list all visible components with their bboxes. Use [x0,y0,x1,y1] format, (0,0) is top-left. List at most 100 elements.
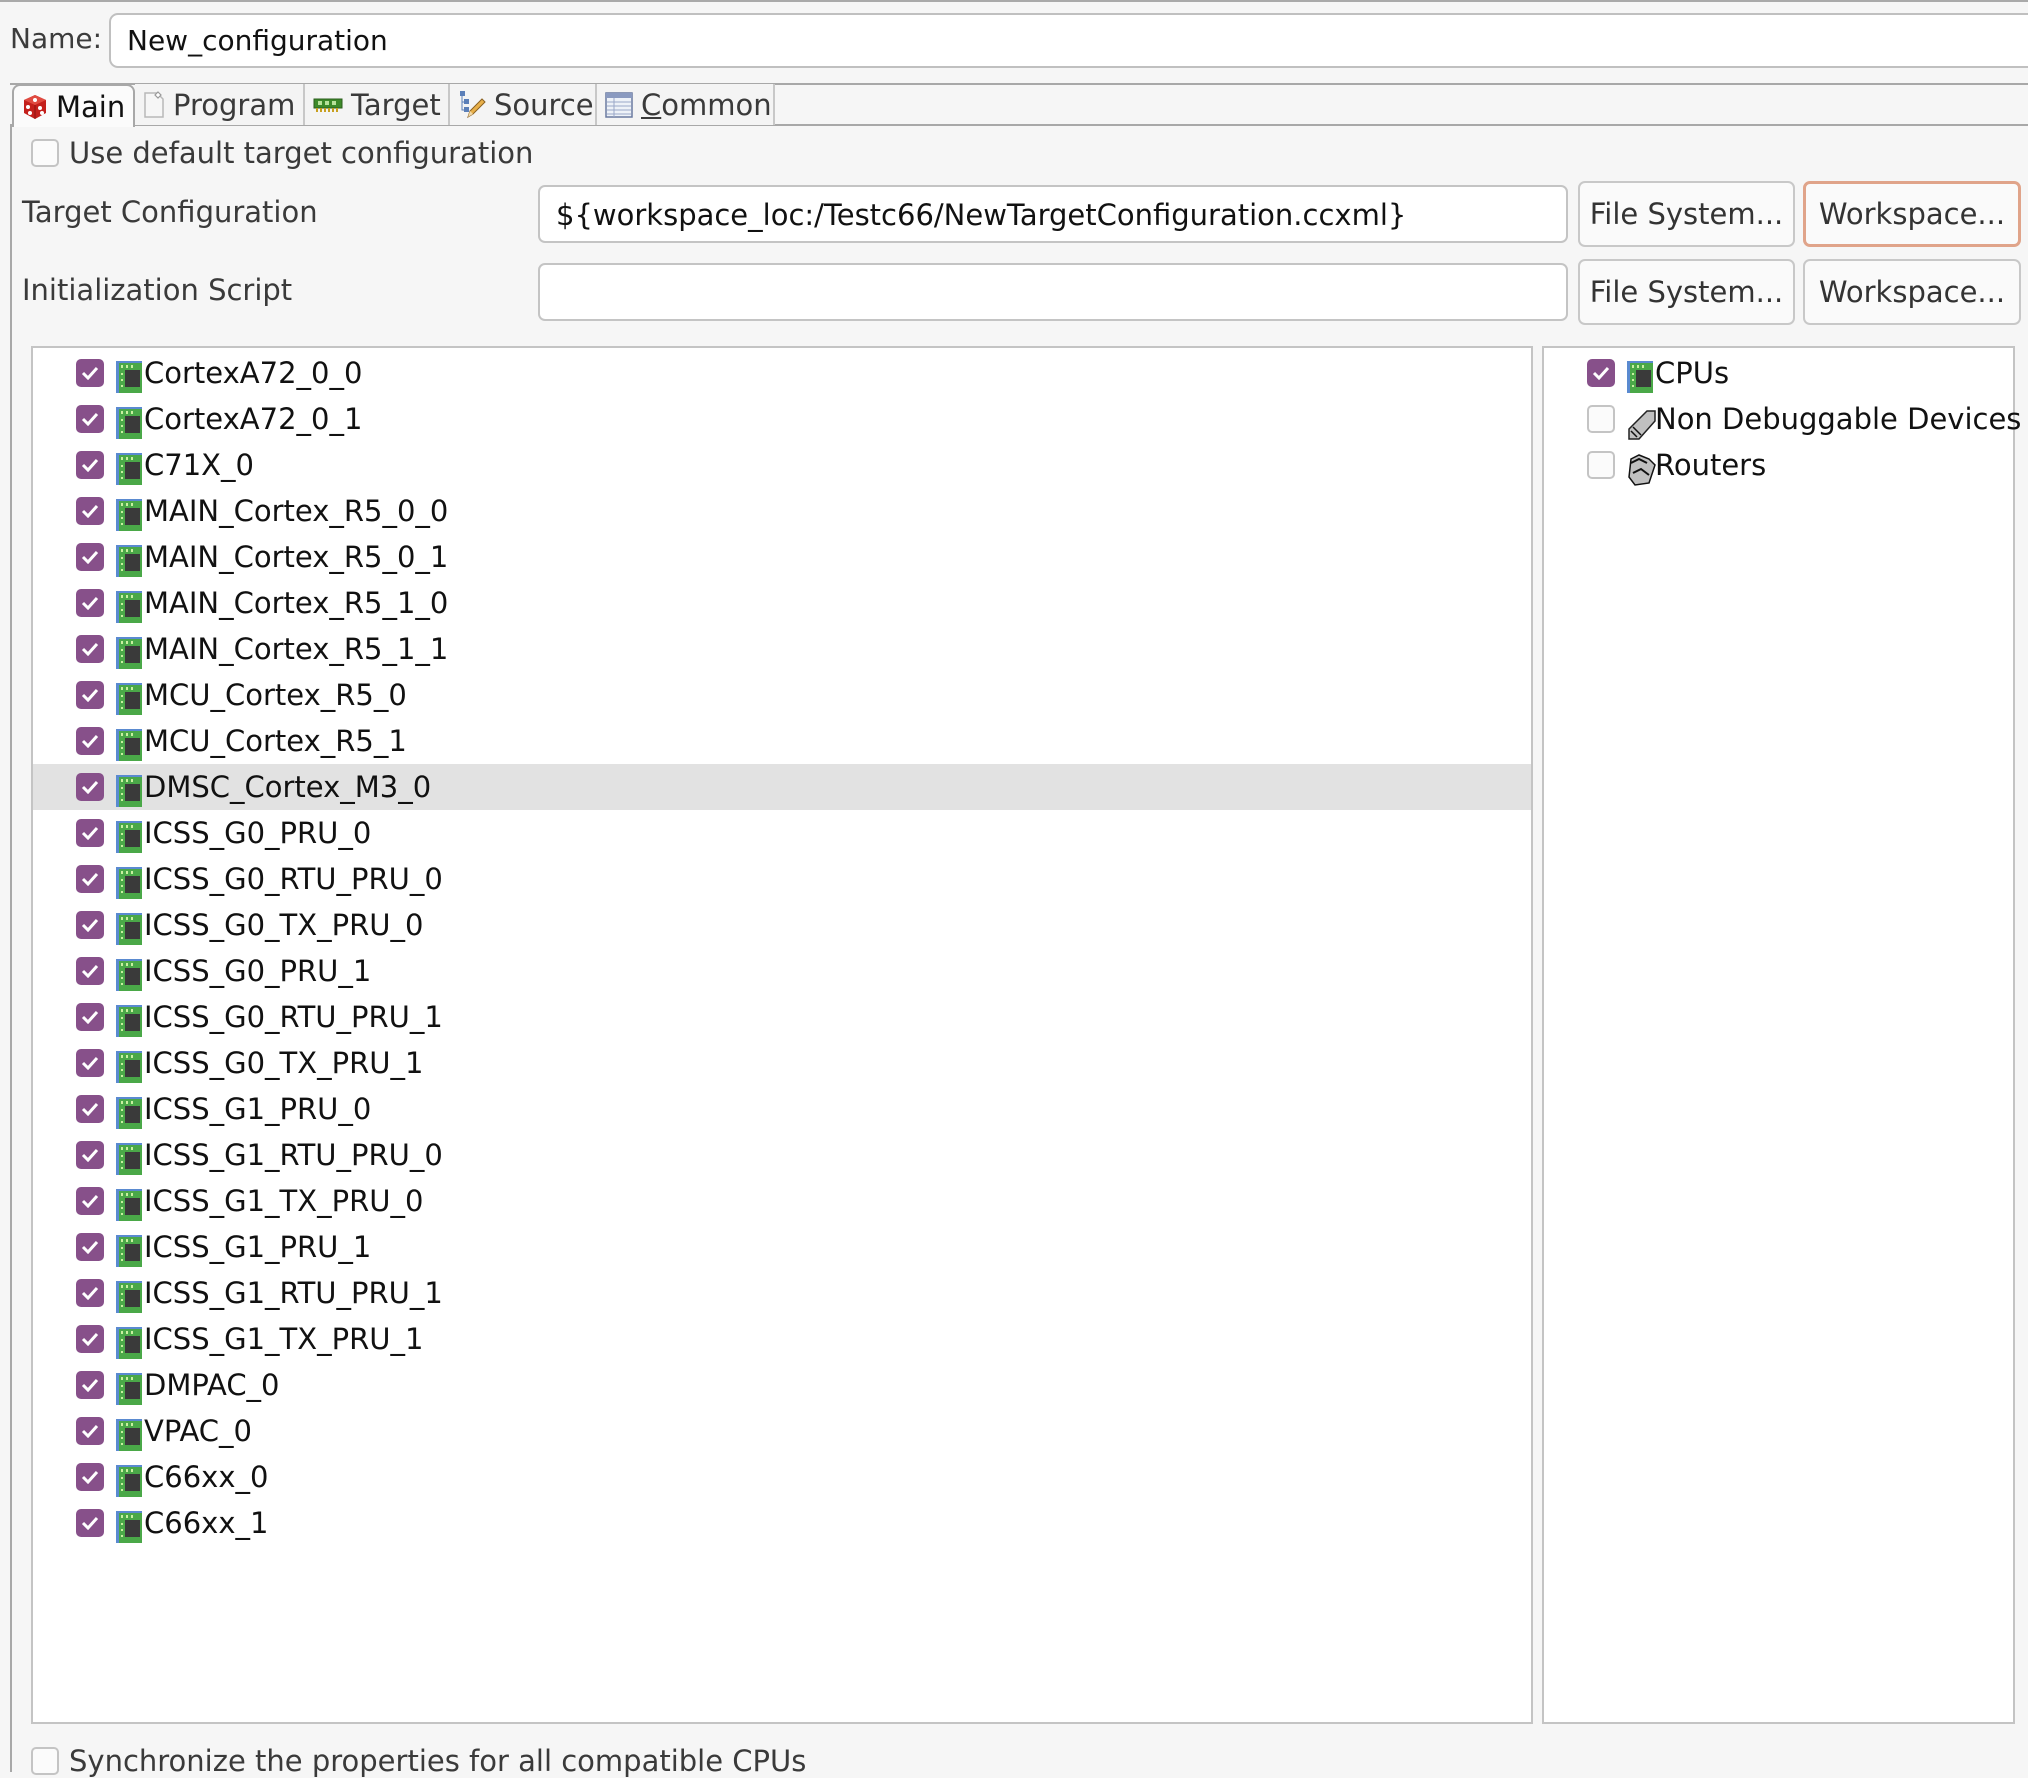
synchronize-properties-row[interactable]: Synchronize the properties for all compa… [31,1744,806,1778]
core-item[interactable]: CortexA72_0_1 [33,396,1531,442]
core-list[interactable]: CortexA72_0_0 CortexA72_0_1 C71X_0 MAIN_Cor… [31,346,1533,1724]
core-item-label: ICSS_G0_RTU_PRU_1 [144,1000,443,1034]
core-item-checkbox[interactable] [76,589,104,617]
cpu-chip-icon [116,1511,142,1543]
use-default-target-checkbox[interactable] [31,139,59,167]
filter-item-label: Routers [1655,448,1767,482]
core-item-label: ICSS_G0_RTU_PRU_0 [144,862,443,896]
common-tab-icon [605,91,633,118]
cpu-chip-icon [116,1097,142,1129]
cpu-chip-icon [116,1005,142,1037]
core-item-label: ICSS_G1_RTU_PRU_1 [144,1276,443,1310]
tab-source[interactable]: Source [450,84,597,125]
core-item-checkbox[interactable] [76,1371,104,1399]
core-item[interactable]: ICSS_G1_RTU_PRU_1 [33,1270,1531,1316]
cpu-chip-icon [116,1419,142,1451]
initialization-script-input[interactable] [538,263,1568,321]
filter-item[interactable]: Non Debuggable Devices [1544,396,2021,442]
core-item[interactable]: ICSS_G0_PRU_0 [33,810,1531,856]
target-configuration-input[interactable]: ${workspace_loc:/Testc66/NewTargetConfig… [538,185,1568,243]
name-label: Name: [10,22,103,55]
filter-item-checkbox[interactable] [1587,405,1615,433]
core-item-label: ICSS_G0_PRU_1 [144,954,372,988]
core-item[interactable]: ICSS_G1_PRU_1 [33,1224,1531,1270]
core-item[interactable]: DMSC_Cortex_M3_0 [33,764,1531,810]
target-config-file-system-button[interactable]: File System... [1578,181,1795,247]
core-item-checkbox[interactable] [76,543,104,571]
tab-program[interactable]: Program [135,84,305,125]
filter-item-label: CPUs [1655,356,1730,390]
core-item[interactable]: ICSS_G0_PRU_1 [33,948,1531,994]
core-item[interactable]: ICSS_G0_RTU_PRU_0 [33,856,1531,902]
core-item-checkbox[interactable] [76,1003,104,1031]
core-item[interactable]: DMPAC_0 [33,1362,1531,1408]
core-item-checkbox[interactable] [76,911,104,939]
core-item[interactable]: ICSS_G1_TX_PRU_1 [33,1316,1531,1362]
core-item[interactable]: ICSS_G1_PRU_0 [33,1086,1531,1132]
device-filter-list[interactable]: CPUs Non Debuggable Devices Routers [1542,346,2021,1724]
cpu-chip-icon [116,1143,142,1175]
core-item[interactable]: MAIN_Cortex_R5_0_1 [33,534,1531,580]
cpu-chip-icon [116,1327,142,1359]
core-item[interactable]: MAIN_Cortex_R5_1_1 [33,626,1531,672]
core-item-checkbox[interactable] [76,681,104,709]
core-item-checkbox[interactable] [76,497,104,525]
core-item[interactable]: MCU_Cortex_R5_1 [33,718,1531,764]
target-config-workspace-button[interactable]: Workspace... [1803,181,2021,247]
filter-item-label: Non Debuggable Devices [1655,402,2022,436]
top-border [0,0,2028,2]
core-item-checkbox[interactable] [76,1325,104,1353]
core-item[interactable]: ICSS_G0_TX_PRU_0 [33,902,1531,948]
tab-common-label: Common [641,87,772,122]
core-item[interactable]: ICSS_G0_TX_PRU_1 [33,1040,1531,1086]
core-item[interactable]: MCU_Cortex_R5_0 [33,672,1531,718]
core-item-checkbox[interactable] [76,865,104,893]
core-item[interactable]: MAIN_Cortex_R5_1_0 [33,580,1531,626]
tab-target[interactable]: Target [305,84,450,125]
use-default-target-checkbox-row[interactable]: Use default target configuration [31,136,533,170]
core-item-checkbox[interactable] [76,1187,104,1215]
core-item-checkbox[interactable] [76,1463,104,1491]
core-item-checkbox[interactable] [76,635,104,663]
core-item-checkbox[interactable] [76,1417,104,1445]
core-item[interactable]: VPAC_0 [33,1408,1531,1454]
cpu-chip-icon [116,637,142,669]
core-item-label: ICSS_G1_RTU_PRU_0 [144,1138,443,1172]
core-item-checkbox[interactable] [76,359,104,387]
source-tab-icon [460,90,486,118]
core-item-checkbox[interactable] [76,1095,104,1123]
name-input[interactable]: New_configuration [109,13,2028,68]
filter-item-checkbox[interactable] [1587,451,1615,479]
core-item[interactable]: C66xx_1 [33,1500,1531,1546]
filter-item[interactable]: Routers [1544,442,2013,488]
core-item-label: ICSS_G1_TX_PRU_1 [144,1322,424,1356]
tab-main[interactable]: Main [12,84,135,127]
core-item[interactable]: ICSS_G1_TX_PRU_0 [33,1178,1531,1224]
core-item[interactable]: C71X_0 [33,442,1531,488]
core-item[interactable]: ICSS_G0_RTU_PRU_1 [33,994,1531,1040]
filter-item-checkbox[interactable] [1587,359,1615,387]
init-script-workspace-button[interactable]: Workspace... [1803,259,2021,325]
core-item-checkbox[interactable] [76,1141,104,1169]
core-item[interactable]: CortexA72_0_0 [33,350,1531,396]
core-item[interactable]: C66xx_0 [33,1454,1531,1500]
tab-common[interactable]: Common [597,84,775,125]
cpu-chip-icon [116,1281,142,1313]
core-item-label: MCU_Cortex_R5_1 [144,724,407,758]
core-item-checkbox[interactable] [76,1509,104,1537]
filter-item[interactable]: CPUs [1544,350,2013,396]
core-item[interactable]: ICSS_G1_RTU_PRU_0 [33,1132,1531,1178]
core-item-checkbox[interactable] [76,1233,104,1261]
init-script-file-system-button[interactable]: File System... [1578,259,1795,325]
core-item-checkbox[interactable] [76,1049,104,1077]
target-tab-icon [313,98,343,112]
core-item-checkbox[interactable] [76,1279,104,1307]
core-item-checkbox[interactable] [76,773,104,801]
core-item-checkbox[interactable] [76,819,104,847]
core-item-checkbox[interactable] [76,727,104,755]
core-item-checkbox[interactable] [76,405,104,433]
core-item-checkbox[interactable] [76,451,104,479]
core-item-checkbox[interactable] [76,957,104,985]
synchronize-properties-checkbox[interactable] [31,1747,59,1775]
core-item[interactable]: MAIN_Cortex_R5_0_0 [33,488,1531,534]
